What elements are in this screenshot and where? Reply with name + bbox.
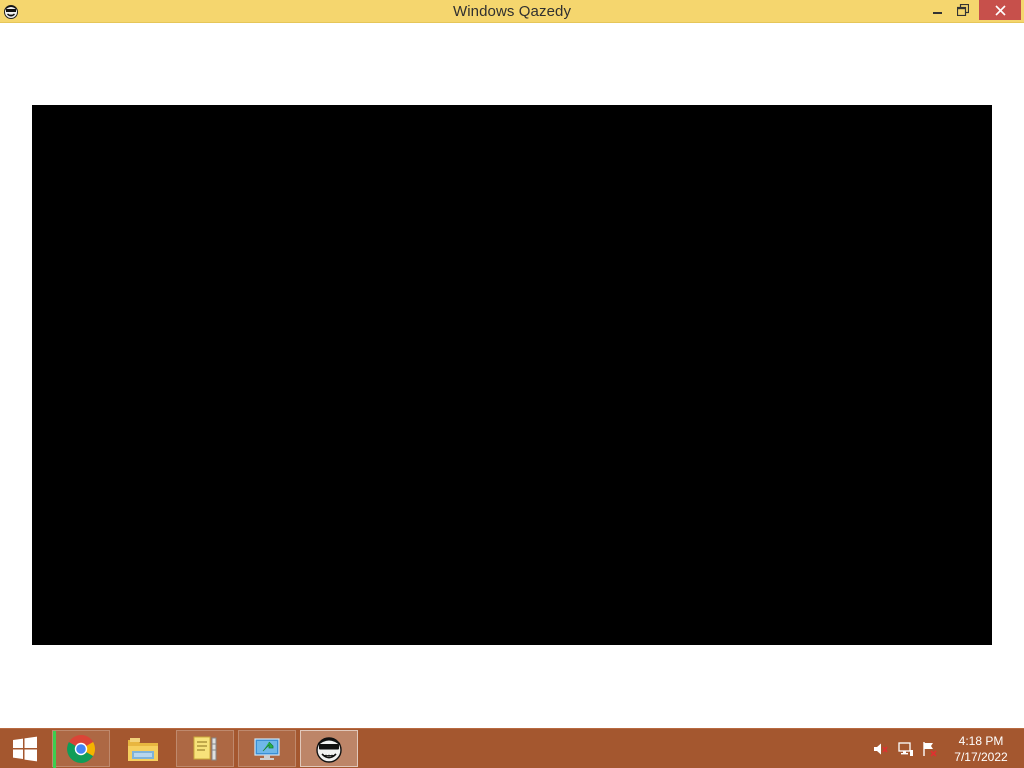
close-button[interactable] bbox=[979, 0, 1021, 20]
action-center-flag-icon[interactable] bbox=[922, 741, 938, 757]
clock-time: 4:18 PM bbox=[958, 734, 1004, 748]
taskbar-clock[interactable]: 4:18 PM 7/17/2022 bbox=[948, 733, 1014, 765]
close-icon bbox=[994, 4, 1006, 16]
clock-date: 7/17/2022 bbox=[954, 750, 1008, 764]
chrome-icon bbox=[67, 734, 95, 763]
taskbar-chrome-button[interactable] bbox=[52, 730, 110, 768]
video-surface[interactable] bbox=[32, 105, 992, 645]
taskbar-notes-button[interactable] bbox=[176, 730, 234, 767]
folder-icon bbox=[128, 737, 158, 761]
desktop-screen: Windows Qazedy 4:18 PM 7/17/2022 bbox=[0, 0, 1024, 768]
remote-desktop-icon bbox=[254, 737, 280, 760]
restore-button[interactable] bbox=[950, 0, 976, 20]
windows-logo-icon bbox=[13, 736, 37, 761]
network-icon[interactable] bbox=[898, 741, 914, 757]
restore-icon bbox=[957, 4, 969, 16]
window-content bbox=[0, 23, 1024, 728]
window-title: Windows Qazedy bbox=[452, 3, 572, 20]
notes-icon bbox=[193, 736, 217, 760]
running-indicator bbox=[53, 731, 56, 768]
start-button[interactable] bbox=[0, 729, 50, 768]
minimize-button[interactable] bbox=[924, 0, 950, 20]
taskbar-qazedy-button[interactable] bbox=[300, 730, 358, 767]
taskbar-remote-desktop-button[interactable] bbox=[238, 730, 296, 767]
taskbar-explorer-button[interactable] bbox=[114, 730, 172, 767]
volume-muted-icon[interactable] bbox=[873, 741, 889, 757]
taskbar: 4:18 PM 7/17/2022 bbox=[0, 728, 1024, 768]
minimize-icon bbox=[932, 12, 942, 14]
window-titlebar[interactable]: Windows Qazedy bbox=[0, 0, 1024, 23]
qazedy-face-icon bbox=[316, 736, 342, 763]
